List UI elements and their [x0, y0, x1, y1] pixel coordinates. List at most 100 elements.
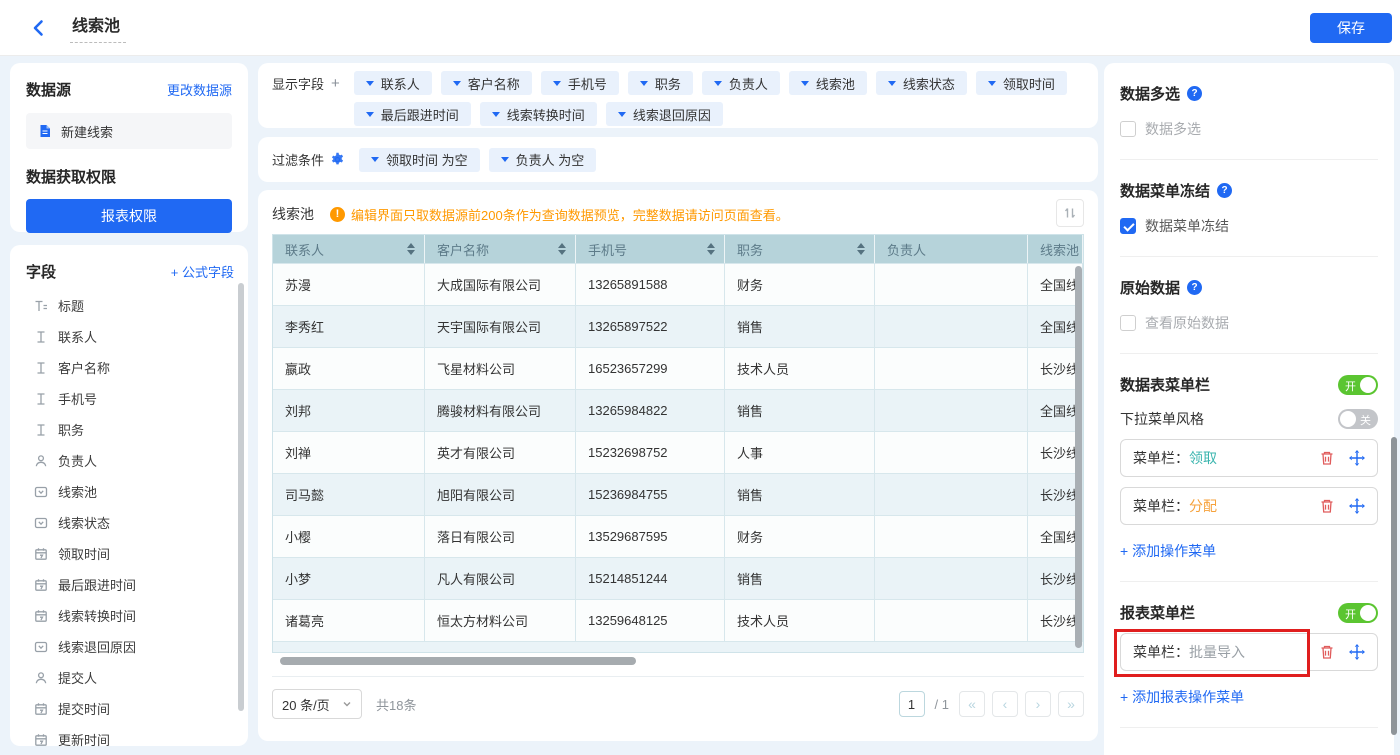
- raw-data-heading: 原始数据: [1120, 277, 1180, 298]
- calendar-icon: [34, 702, 48, 716]
- datasource-heading: 数据源: [26, 79, 71, 100]
- field-chip[interactable]: 最后跟进时间: [354, 102, 471, 126]
- column-header[interactable]: 联系人: [273, 235, 425, 263]
- field-chip[interactable]: 职务: [628, 71, 693, 95]
- prev-page-button[interactable]: ‹: [992, 691, 1018, 717]
- field-label: 标题: [58, 296, 84, 315]
- field-list: 标题 联系人 客户名称 手机号 职务 负责人 线索池 线索状态: [26, 290, 234, 755]
- field-item[interactable]: 联系人: [26, 321, 234, 352]
- calendar-icon: [34, 547, 48, 561]
- move-icon[interactable]: [1349, 644, 1365, 660]
- next-page-button[interactable]: ›: [1025, 691, 1051, 717]
- field-chip[interactable]: 线索池: [789, 71, 867, 95]
- first-page-button[interactable]: «: [959, 691, 985, 717]
- sort-carets-icon: [857, 243, 865, 255]
- divider: [1120, 159, 1378, 160]
- gear-icon[interactable]: [330, 152, 345, 167]
- page-number-input[interactable]: 1: [899, 691, 925, 717]
- text-icon: [34, 392, 48, 406]
- last-page-button[interactable]: »: [1058, 691, 1084, 717]
- field-chip[interactable]: 领取时间: [976, 71, 1067, 95]
- field-chip[interactable]: 线索状态: [876, 71, 967, 95]
- checkbox-unchecked-icon: [1120, 121, 1136, 137]
- page-size-select[interactable]: 20 条/页: [272, 689, 362, 719]
- save-button[interactable]: 保存: [1310, 13, 1392, 43]
- formula-field-link[interactable]: + 公式字段: [171, 262, 234, 281]
- datasource-item[interactable]: 新建线索: [26, 113, 232, 149]
- chevron-down-icon: [342, 699, 352, 709]
- field-chip[interactable]: 线索退回原因: [606, 102, 723, 126]
- fields-panel: 字段 + 公式字段 标题 联系人 客户名称 手机号 职务 负责人: [10, 245, 248, 746]
- caret-down-icon: [618, 112, 626, 117]
- trash-icon[interactable]: [1319, 498, 1335, 514]
- field-chip[interactable]: 客户名称: [441, 71, 532, 95]
- report-menubar-heading: 报表菜单栏: [1120, 602, 1195, 623]
- field-item[interactable]: 标题: [26, 290, 234, 321]
- add-display-field-button[interactable]: +: [331, 75, 340, 92]
- field-item[interactable]: 负责人: [26, 445, 234, 476]
- trash-icon[interactable]: [1319, 450, 1335, 466]
- menu-freeze-checkbox[interactable]: 数据菜单冻结: [1120, 216, 1378, 236]
- report-menubar-toggle[interactable]: 开: [1338, 603, 1378, 623]
- column-header[interactable]: 负责人: [875, 235, 1028, 263]
- column-header[interactable]: 职务: [725, 235, 875, 263]
- table-row: 小梦凡人有限公司15214851244销售长沙线索: [273, 557, 1083, 599]
- caret-down-icon: [501, 157, 509, 162]
- field-label: 领取时间: [58, 544, 110, 563]
- help-icon[interactable]: ?: [1187, 280, 1202, 295]
- field-chip[interactable]: 负责人: [702, 71, 780, 95]
- move-icon[interactable]: [1349, 498, 1365, 514]
- menu-item-claim[interactable]: 菜单栏：领取: [1120, 439, 1378, 477]
- caret-down-icon: [640, 81, 648, 86]
- raw-data-checkbox[interactable]: 查看原始数据: [1120, 313, 1378, 333]
- dropdown-style-toggle[interactable]: 关: [1338, 409, 1378, 429]
- help-icon[interactable]: ?: [1187, 86, 1202, 101]
- field-item[interactable]: 手机号: [26, 383, 234, 414]
- field-item[interactable]: 线索池: [26, 476, 234, 507]
- add-report-menu-link[interactable]: + 添加报表操作菜单: [1120, 687, 1378, 707]
- filter-chip[interactable]: 负责人 为空: [489, 148, 597, 172]
- page-title[interactable]: 线索池: [70, 12, 126, 43]
- field-chip[interactable]: 手机号: [541, 71, 619, 95]
- column-header[interactable]: 线索池: [1028, 235, 1083, 263]
- divider: [1120, 353, 1378, 354]
- field-item[interactable]: 提交人: [26, 662, 234, 693]
- add-menu-link[interactable]: + 添加操作菜单: [1120, 541, 1378, 561]
- table-menubar-toggle[interactable]: 开: [1338, 375, 1378, 395]
- filter-chip[interactable]: 领取时间 为空: [359, 148, 480, 172]
- settings-scrollbar[interactable]: [1391, 437, 1397, 735]
- document-icon: [38, 124, 52, 138]
- field-item[interactable]: 更新时间: [26, 724, 234, 755]
- column-header[interactable]: 手机号: [576, 235, 725, 263]
- field-item[interactable]: 线索状态: [26, 507, 234, 538]
- field-item[interactable]: 最后跟进时间: [26, 569, 234, 600]
- field-label: 负责人: [58, 451, 97, 470]
- menu-item-assign[interactable]: 菜单栏：分配: [1120, 487, 1378, 525]
- help-icon[interactable]: ?: [1217, 183, 1232, 198]
- report-editor-page: 线索池 保存 数据源 更改数据源 新建线索 数据获取权限 报表权限 字段 + 公…: [0, 0, 1400, 755]
- text-icon: [34, 330, 48, 344]
- menu-item-batch-import[interactable]: 菜单栏：批量导入: [1120, 633, 1378, 671]
- field-item[interactable]: 客户名称: [26, 352, 234, 383]
- move-icon[interactable]: [1349, 450, 1365, 466]
- fields-scrollbar[interactable]: [238, 283, 244, 711]
- field-item[interactable]: 职务: [26, 414, 234, 445]
- trash-icon[interactable]: [1319, 644, 1335, 660]
- field-item[interactable]: 提交时间: [26, 693, 234, 724]
- multi-select-checkbox[interactable]: 数据多选: [1120, 119, 1378, 139]
- table-row: 苏漫大成国际有限公司13265891588财务全国线索: [273, 263, 1083, 305]
- back-icon[interactable]: [30, 19, 48, 37]
- field-item[interactable]: 线索转换时间: [26, 600, 234, 631]
- change-datasource-link[interactable]: 更改数据源: [167, 80, 232, 99]
- table-vertical-scrollbar[interactable]: [1075, 266, 1082, 648]
- report-permission-button[interactable]: 报表权限: [26, 199, 232, 233]
- table-horizontal-scrollbar[interactable]: [280, 657, 636, 665]
- field-item[interactable]: 领取时间: [26, 538, 234, 569]
- field-chip[interactable]: 联系人: [354, 71, 432, 95]
- display-fields-label: 显示字段: [272, 74, 324, 93]
- field-item[interactable]: 线索退回原因: [26, 631, 234, 662]
- column-header[interactable]: 客户名称: [425, 235, 576, 263]
- preview-table: 联系人 客户名称 手机号 职务 负责人 线索池 苏漫大成国际有限公司132658…: [272, 234, 1084, 653]
- sort-order-button[interactable]: [1056, 199, 1084, 227]
- field-chip[interactable]: 线索转换时间: [480, 102, 597, 126]
